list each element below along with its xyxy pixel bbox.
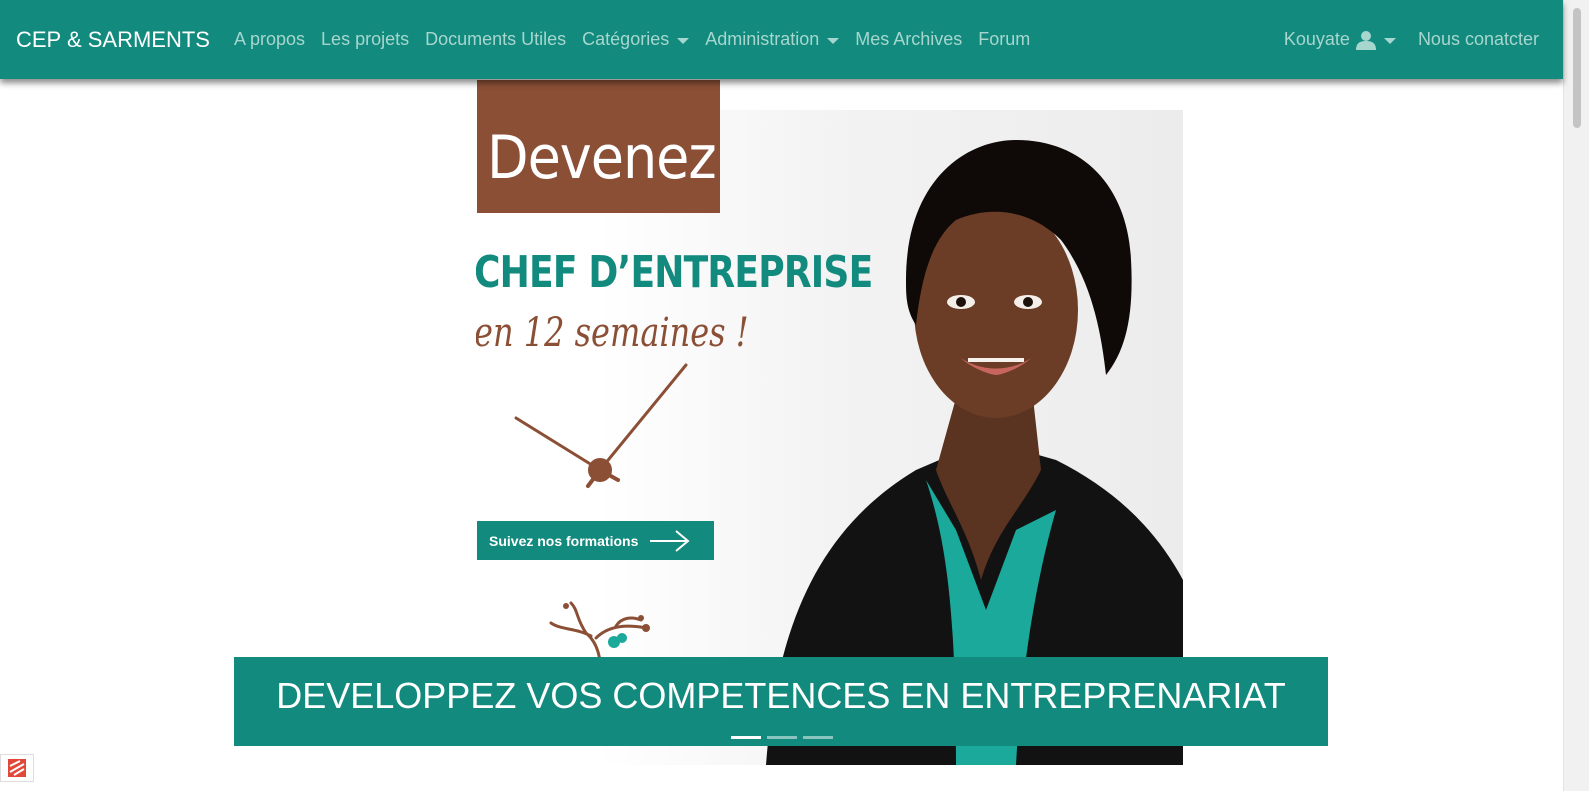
carousel-indicators [731,736,833,739]
nav-link-label: Forum [978,29,1031,49]
nav-link-documents-utiles[interactable]: Documents Utiles [425,29,566,50]
caret-down-icon [827,37,840,44]
nav-link-les-projets[interactable]: Les projets [321,29,409,50]
scrollbar-thumb[interactable] [1573,8,1581,128]
page: CEP & SARMENTS A propos Les projets Docu… [0,0,1589,791]
carousel-indicator[interactable] [803,736,833,739]
devenez-box: Devenez [477,80,720,213]
devenez-text: Devenez [487,123,717,193]
hero-subline: en 12 semaines ! [476,310,749,356]
nav-link-label: Les projets [321,29,410,49]
arrow-right-icon [648,529,692,553]
corner-badge-icon[interactable] [0,754,34,782]
carousel-caption: DEVELOPPEZ VOS COMPETENCES EN ENTREPRENA… [234,657,1328,746]
user-icon [1355,30,1376,50]
hero-headline: CHEF D’ENTREPRISE [476,247,873,298]
navbar-right: Kouyate Nous conatcter [1284,0,1539,79]
nav-link-contact[interactable]: Nous conatcter [1418,29,1539,50]
nav-dropdown-categories[interactable]: Catégories [582,29,690,50]
nav-link-label: Catégories [582,29,670,49]
navbar: CEP & SARMENTS A propos Les projets Docu… [0,0,1563,79]
clock-hands-icon [514,363,688,488]
user-name: Kouyate [1283,29,1350,49]
nav-dropdown-administration[interactable]: Administration [705,29,840,50]
caret-down-icon [1383,37,1396,44]
nav-link-label: Documents Utiles [425,29,567,49]
carousel-indicator[interactable] [731,736,761,739]
nav-link-mes-archives[interactable]: Mes Archives [855,29,962,50]
user-dropdown[interactable]: Kouyate [1284,29,1396,50]
formations-button[interactable]: Suivez nos formations [477,521,714,560]
caret-down-icon [677,37,690,44]
vertical-scrollbar[interactable] [1563,0,1589,791]
carousel-indicator[interactable] [767,736,797,739]
carousel-caption-text: DEVELOPPEZ VOS COMPETENCES EN ENTREPRENA… [276,675,1286,716]
brand-link[interactable]: CEP & SARMENTS [16,27,210,53]
formations-button-label: Suivez nos formations [489,532,639,549]
nav-link-a-propos[interactable]: A propos [234,29,305,50]
nav-link-label: Administration [705,29,820,49]
nav-link-forum[interactable]: Forum [978,29,1030,50]
nav-link-label: A propos [233,29,306,49]
nav-link-label: Mes Archives [855,29,963,49]
